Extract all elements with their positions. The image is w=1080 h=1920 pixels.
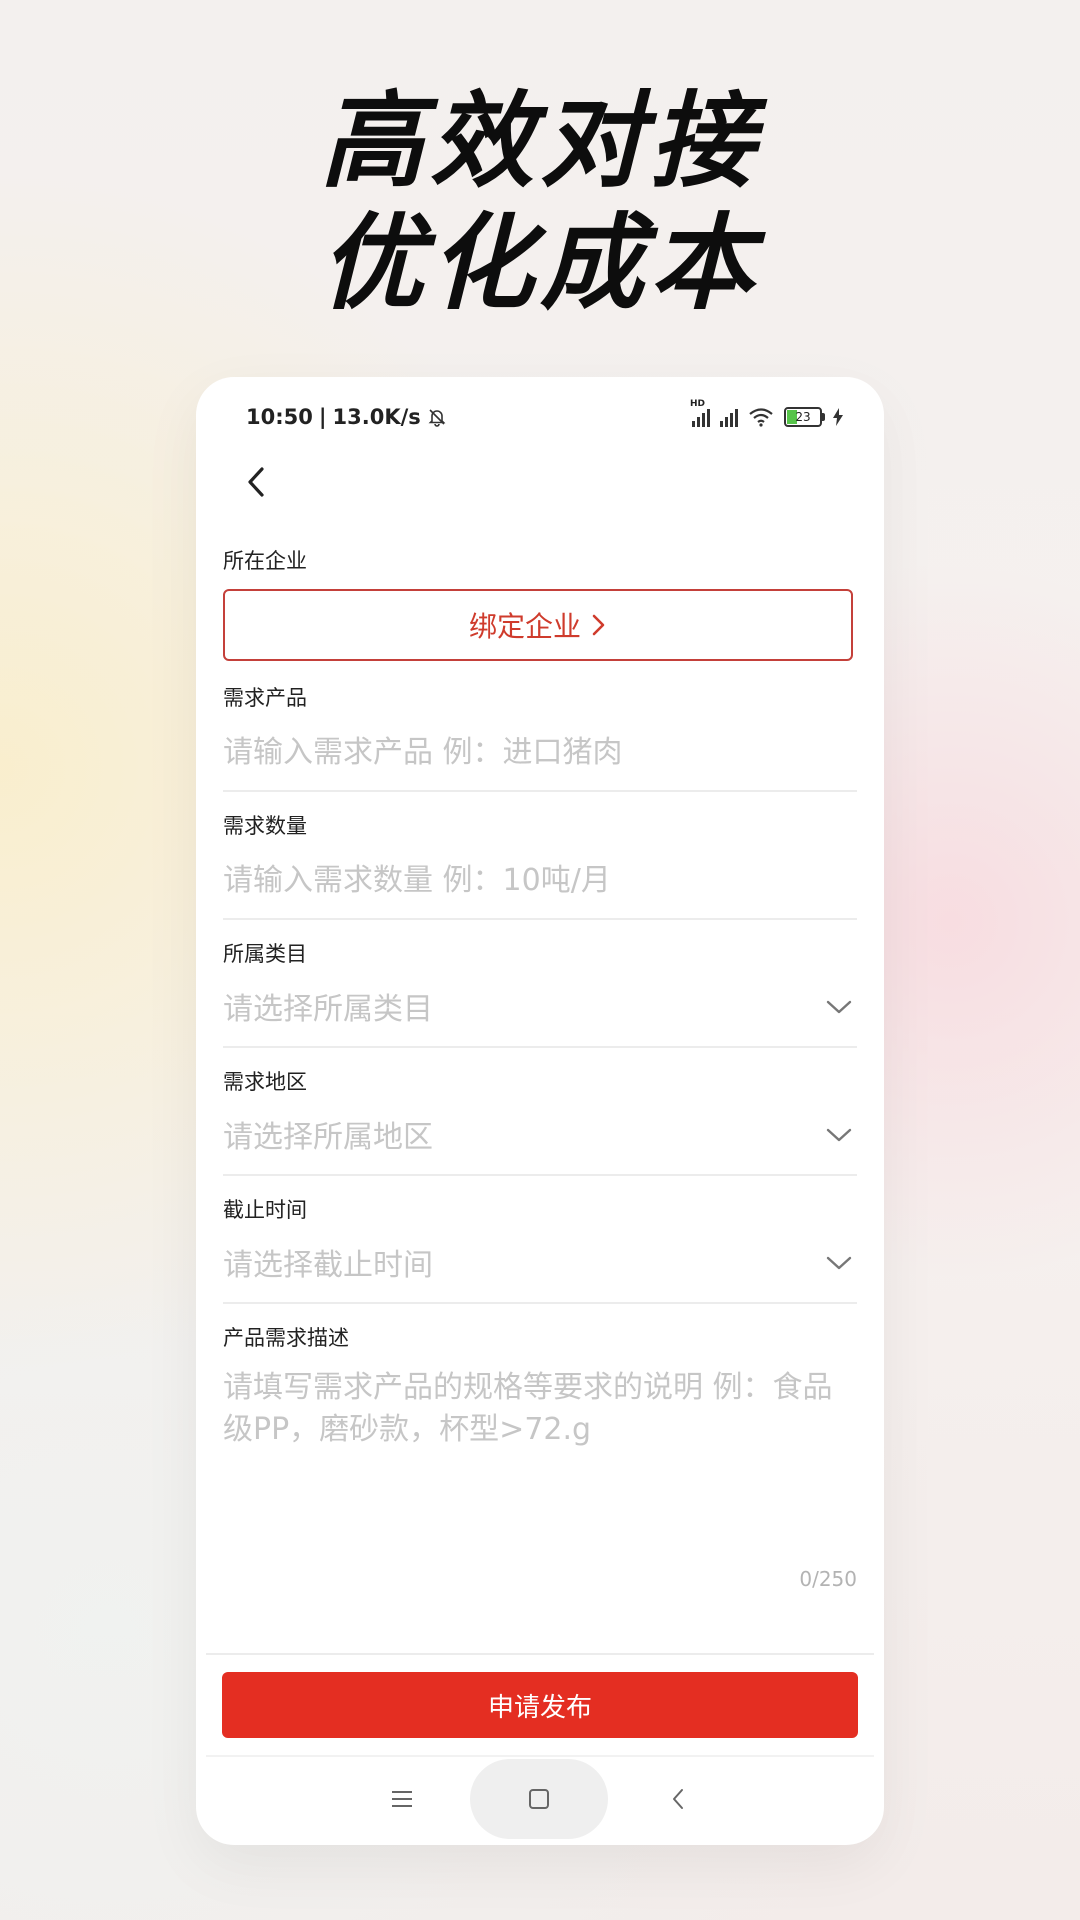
nav-back-button[interactable] — [658, 1779, 698, 1819]
home-button[interactable] — [519, 1779, 559, 1819]
status-time: 10:50 — [246, 405, 313, 429]
divider — [223, 1302, 857, 1304]
region-label: 需求地区 — [223, 1070, 307, 1094]
nav-back-icon — [673, 1789, 683, 1809]
chevron-down-icon[interactable] — [824, 1253, 854, 1273]
wifi-icon — [749, 408, 773, 427]
quantity-label: 需求数量 — [223, 814, 307, 838]
bind-company-button[interactable]: 绑定企业 — [223, 589, 853, 661]
divider — [223, 1046, 857, 1048]
category-select[interactable]: 请选择所属类目 — [223, 984, 853, 1028]
quantity-input[interactable]: 请输入需求数量 例：10吨/月 — [223, 855, 853, 899]
hd-label: HD — [690, 399, 706, 409]
company-label: 所在企业 — [223, 549, 307, 573]
menu-icon — [392, 1791, 412, 1807]
battery-icon: 23 — [784, 407, 825, 427]
divider — [223, 1174, 857, 1176]
status-separator: | — [318, 405, 327, 429]
product-label: 需求产品 — [223, 686, 307, 710]
product-input[interactable]: 请输入需求产品 例：进口猪肉 — [223, 727, 853, 771]
deadline-select[interactable]: 请选择截止时间 — [223, 1240, 853, 1284]
submit-button[interactable]: 申请发布 — [222, 1672, 858, 1738]
divider — [223, 918, 857, 920]
menu-button[interactable] — [382, 1779, 422, 1819]
cell-signal-hd-icon: HD — [690, 399, 710, 427]
chevron-right-icon — [592, 614, 605, 636]
description-label: 产品需求描述 — [223, 1326, 349, 1350]
back-arrow-icon — [248, 467, 264, 497]
headline: 高效对接 优化成本 — [0, 80, 1080, 324]
bind-company-label: 绑定企业 — [468, 610, 581, 643]
region-select[interactable]: 请选择所属地区 — [223, 1112, 853, 1156]
divider — [223, 790, 857, 792]
charging-icon — [833, 408, 843, 426]
status-left: 10:50 | 13.0K/s — [246, 405, 447, 429]
deadline-label: 截止时间 — [223, 1198, 307, 1222]
back-button[interactable] — [232, 457, 282, 507]
char-counter: 0/250 — [799, 1567, 857, 1591]
chevron-down-icon[interactable] — [824, 997, 854, 1017]
bell-off-icon — [428, 409, 446, 427]
description-textarea[interactable]: 请填写需求产品的规格等要求的说明 例：食品级PP，磨砂款，杯型>72.g — [223, 1367, 857, 1451]
battery-level: 23 — [795, 410, 811, 424]
footer-divider — [206, 1653, 874, 1655]
status-speed: 13.0K/s — [332, 405, 421, 429]
headline-line-2: 优化成本 — [319, 202, 760, 324]
phone-screen: 10:50 | 13.0K/s HD 23 所在企业 绑定企业 需求产品 请输入… — [196, 377, 884, 1845]
category-label: 所属类目 — [223, 942, 307, 966]
status-bar: 10:50 | 13.0K/s HD 23 — [196, 397, 884, 443]
home-icon — [529, 1789, 549, 1809]
headline-line-1: 高效对接 — [319, 80, 760, 202]
system-nav-bar — [196, 1757, 884, 1845]
cell-signal-icon — [720, 407, 738, 427]
status-right: HD 23 — [690, 399, 844, 427]
chevron-down-icon[interactable] — [824, 1125, 854, 1145]
